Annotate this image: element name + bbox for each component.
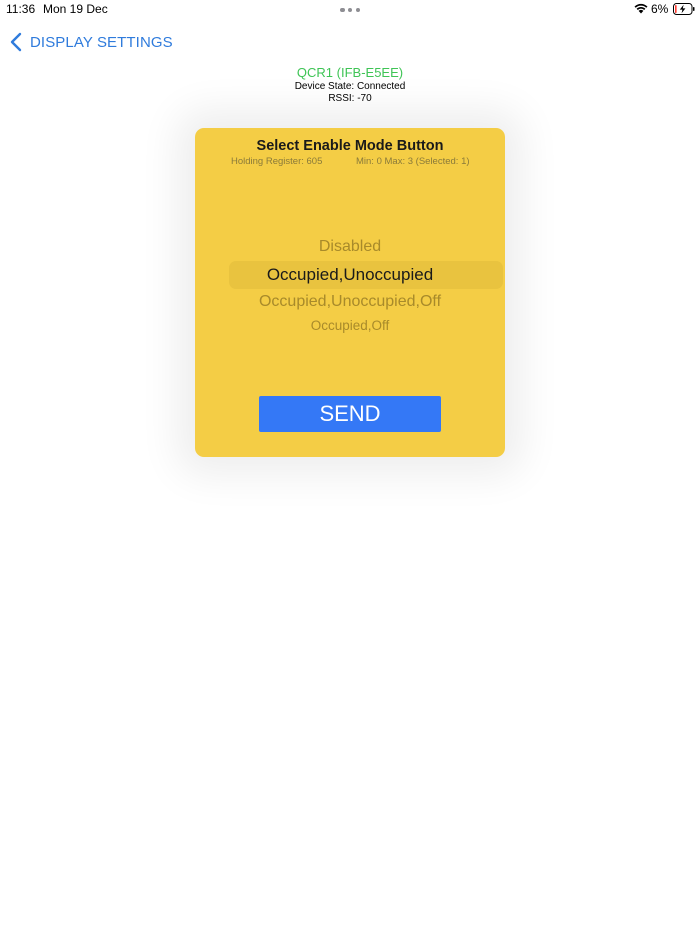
device-name: QCR1 (IFB-E5EE): [296, 65, 404, 80]
holding-register-label: Holding Register: 605: [231, 156, 323, 167]
status-date: Mon 19 Dec: [43, 2, 108, 16]
range-label: Min: 0 Max: 3 (Selected: 1): [356, 156, 470, 167]
wifi-icon: [634, 3, 648, 14]
battery-charging-icon: [673, 3, 695, 15]
chevron-left-icon: [10, 32, 22, 52]
back-button[interactable]: DISPLAY SETTINGS: [10, 31, 173, 53]
picker-option-disabled[interactable]: Disabled: [195, 238, 505, 256]
enable-mode-dialog: Select Enable Mode Button Holding Regist…: [195, 128, 505, 457]
picker-option-occupied-unoccupied[interactable]: Occupied,Unoccupied: [195, 265, 505, 285]
battery-percentage: 6%: [651, 2, 669, 16]
device-rssi: RSSI: -70: [328, 93, 372, 104]
dialog-title: Select Enable Mode Button: [256, 138, 444, 154]
picker-option-occupied-off[interactable]: Occupied,Off: [195, 318, 505, 333]
device-state: Device State: Connected: [294, 81, 406, 92]
back-button-label: DISPLAY SETTINGS: [30, 33, 173, 51]
picker-option-occupied-unoccupied-off[interactable]: Occupied,Unoccupied,Off: [195, 293, 505, 311]
status-time: 11:36: [6, 2, 36, 16]
send-button[interactable]: SEND: [259, 396, 441, 432]
multitasking-dots-icon[interactable]: [340, 6, 360, 14]
